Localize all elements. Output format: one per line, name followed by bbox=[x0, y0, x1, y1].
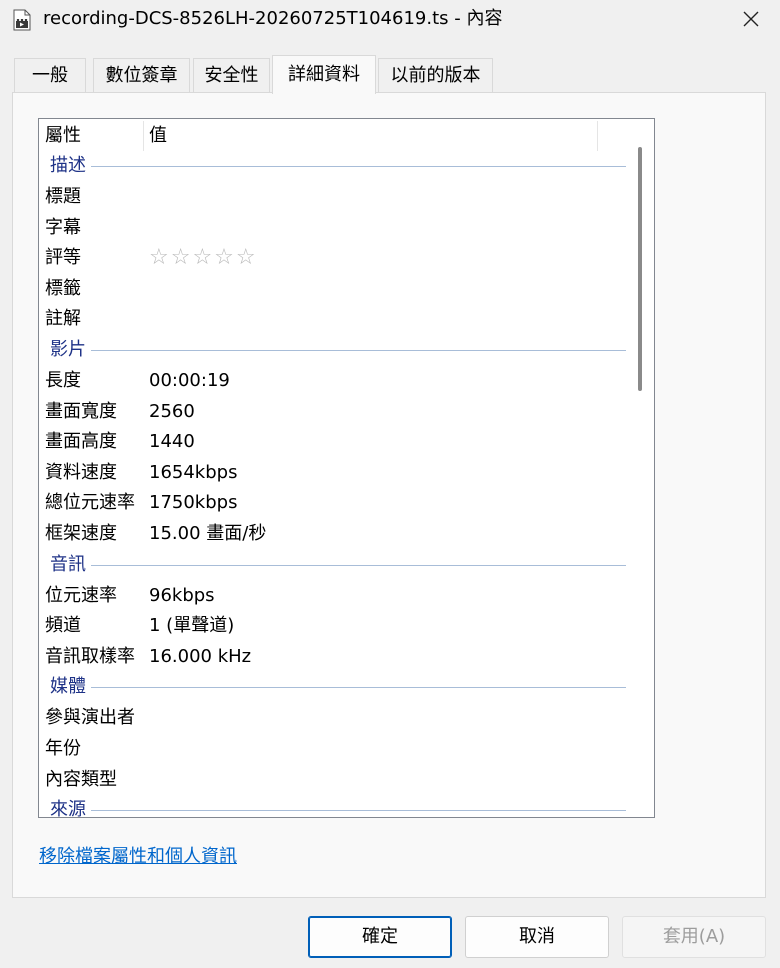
group-header[interactable]: 音訊 bbox=[39, 550, 631, 581]
remove-properties-link[interactable]: 移除檔案屬性和個人資訊 bbox=[39, 842, 237, 868]
tab-general[interactable]: 一般 bbox=[14, 58, 86, 92]
tab-strip: 一般 數位簽章 安全性 詳細資料 以前的版本 bbox=[12, 55, 768, 94]
properties-list[interactable]: 屬性 值 描述標題字幕評等 ☆☆☆☆☆ 標籤註解影片長度 00:00:19 畫面寬度 25… bbox=[38, 118, 655, 818]
vertical-scrollbar[interactable] bbox=[626, 119, 654, 817]
property-name: 標題 bbox=[45, 186, 81, 207]
property-row[interactable]: 資料速度 1654kbps bbox=[39, 458, 625, 489]
property-row[interactable]: 內容類型 bbox=[39, 765, 625, 796]
header-value[interactable]: 值 bbox=[143, 119, 597, 151]
property-name: 畫面寬度 bbox=[45, 400, 117, 422]
property-name: 畫面高度 bbox=[45, 431, 117, 453]
group-label: 來源 bbox=[50, 799, 86, 818]
property-value: 1440 bbox=[149, 431, 195, 453]
property-row[interactable]: 標籤 bbox=[39, 274, 625, 305]
property-row[interactable]: 總位元速率 1750kbps bbox=[39, 488, 625, 519]
property-name: 總位元速率 bbox=[45, 492, 135, 514]
group-label: 媒體 bbox=[50, 676, 86, 698]
header-divider[interactable] bbox=[597, 121, 598, 151]
ok-button[interactable]: 確定 bbox=[308, 916, 452, 958]
group-label: 描述 bbox=[50, 155, 86, 176]
property-name: 音訊取樣率 bbox=[45, 645, 135, 667]
property-name: 年份 bbox=[45, 737, 81, 759]
property-name: 內容類型 bbox=[45, 768, 117, 790]
property-name: 標籤 bbox=[45, 277, 81, 299]
property-value: 16.000 kHz bbox=[149, 645, 252, 667]
property-row[interactable]: 框架速度 15.00 畫面/秒 bbox=[39, 519, 625, 550]
group-header[interactable]: 描述 bbox=[39, 151, 631, 182]
property-row[interactable]: 註解 bbox=[39, 304, 625, 335]
video-file-icon bbox=[12, 9, 32, 31]
property-row[interactable]: 年份 bbox=[39, 734, 625, 765]
apply-button[interactable]: 套用(A) bbox=[622, 916, 766, 958]
group-divider bbox=[91, 810, 631, 812]
property-value: 1654kbps bbox=[149, 461, 238, 483]
tab-details[interactable]: 詳細資料 bbox=[272, 55, 376, 94]
group-divider bbox=[91, 564, 631, 566]
property-row[interactable]: 音訊取樣率 16.000 kHz bbox=[39, 642, 625, 673]
property-name: 資料速度 bbox=[45, 461, 117, 483]
property-row[interactable]: 評等 ☆☆☆☆☆ bbox=[39, 243, 625, 274]
group-label: 音訊 bbox=[50, 553, 86, 575]
property-row[interactable]: 畫面寬度 2560 bbox=[39, 397, 625, 428]
group-header[interactable]: 媒體 bbox=[39, 672, 631, 703]
property-name: 框架速度 bbox=[45, 522, 117, 544]
property-row[interactable]: 長度 00:00:19 bbox=[39, 366, 625, 397]
property-row[interactable]: 參與演出者 bbox=[39, 703, 625, 734]
property-value: 00:00:19 bbox=[149, 369, 230, 391]
property-name: 位元速率 bbox=[45, 584, 117, 606]
group-header[interactable]: 影片 bbox=[39, 335, 631, 366]
property-name: 長度 bbox=[45, 369, 81, 391]
group-divider bbox=[91, 687, 631, 689]
property-row[interactable]: 標題 bbox=[39, 182, 625, 213]
close-button[interactable] bbox=[722, 0, 780, 38]
title-bar: recording-DCS-8526LH-20260725T104619.ts … bbox=[0, 0, 780, 40]
property-name: 註解 bbox=[45, 308, 81, 330]
property-value: 15.00 畫面/秒 bbox=[149, 522, 267, 544]
tab-previous-versions[interactable]: 以前的版本 bbox=[378, 58, 493, 92]
property-name: 評等 bbox=[45, 247, 81, 269]
header-property[interactable]: 屬性 bbox=[39, 119, 143, 151]
tab-digital-signatures[interactable]: 數位簽章 bbox=[93, 58, 190, 92]
group-divider bbox=[91, 166, 631, 167]
scrollbar-thumb[interactable] bbox=[638, 147, 642, 391]
group-header[interactable]: 來源 bbox=[39, 795, 631, 818]
close-icon bbox=[743, 11, 759, 27]
property-value: 1 (單聲道) bbox=[149, 615, 235, 637]
property-name: 參與演出者 bbox=[45, 707, 135, 729]
group-label: 影片 bbox=[50, 338, 86, 360]
list-header: 屬性 值 bbox=[39, 119, 636, 151]
cancel-button[interactable]: 取消 bbox=[465, 916, 609, 958]
group-divider bbox=[91, 349, 631, 351]
property-name: 頻道 bbox=[45, 615, 81, 637]
tab-security[interactable]: 安全性 bbox=[193, 58, 270, 92]
property-row[interactable]: 字幕 bbox=[39, 213, 625, 244]
property-row[interactable]: 頻道 1 (單聲道) bbox=[39, 611, 625, 642]
property-value: 1750kbps bbox=[149, 492, 238, 514]
property-rows: 描述標題字幕評等 ☆☆☆☆☆ 標籤註解影片長度 00:00:19 畫面寬度 2560 畫面高… bbox=[39, 151, 631, 818]
rating-stars[interactable]: ☆☆☆☆☆ bbox=[149, 243, 258, 273]
window-title: recording-DCS-8526LH-20260725T104619.ts … bbox=[43, 8, 503, 29]
property-row[interactable]: 位元速率 96kbps bbox=[39, 581, 625, 612]
property-row[interactable]: 畫面高度 1440 bbox=[39, 427, 625, 458]
property-name: 字幕 bbox=[45, 216, 81, 238]
property-value: 2560 bbox=[149, 400, 195, 422]
property-value: 96kbps bbox=[149, 584, 215, 606]
